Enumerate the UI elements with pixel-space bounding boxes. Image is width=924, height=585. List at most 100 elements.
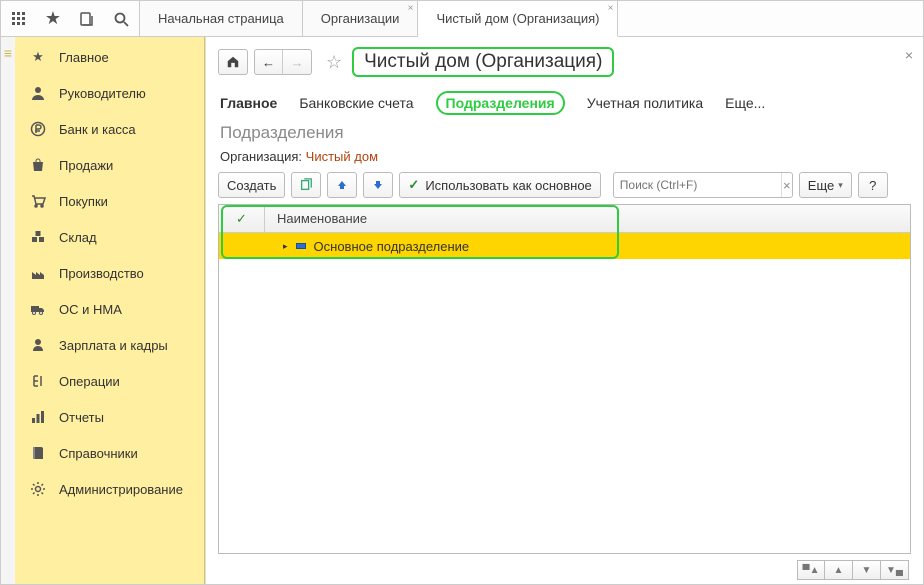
row-body: ▸ Основное подразделение [265, 239, 910, 254]
tab-strip: Начальная страница Организации × Чистый … [140, 1, 618, 36]
footer-nav: ▀▲ ▲ ▼ ▼▄ [218, 560, 911, 584]
sidebar-item-label: Продажи [59, 158, 113, 173]
move-down-button[interactable] [363, 172, 393, 198]
close-icon[interactable]: × [408, 3, 414, 14]
chevron-down-icon: ▾ [838, 180, 843, 191]
sidebar-item-manager[interactable]: Руководителю [15, 75, 204, 111]
subtab-more[interactable]: Еще... [725, 95, 765, 111]
sidebar-item-bank[interactable]: Банк и касса [15, 111, 204, 147]
tab-home[interactable]: Начальная страница [140, 1, 303, 36]
sidebar-item-label: Зарплата и кадры [59, 338, 168, 353]
sidebar-item-production[interactable]: Производство [15, 255, 204, 291]
search-field[interactable]: × [613, 172, 793, 198]
create-button[interactable]: Создать [218, 172, 285, 198]
gear-icon [29, 480, 47, 498]
scroll-up-button[interactable]: ▲ [825, 560, 853, 580]
operations-icon [29, 372, 47, 390]
back-button[interactable]: ← [255, 49, 283, 75]
forward-button[interactable]: → [283, 49, 311, 75]
sidebar-item-label: Производство [59, 266, 144, 281]
layout: ≡ ★ Главное Руководителю Банк и касса Пр… [1, 37, 923, 584]
search-icon[interactable] [111, 9, 131, 29]
sidebar-collapse-icon[interactable]: ≡ [1, 37, 15, 584]
sidebar-item-purchases[interactable]: Покупки [15, 183, 204, 219]
manager-icon [29, 84, 47, 102]
sidebar-item-label: Банк и касса [59, 122, 136, 137]
star-icon[interactable]: ★ [43, 9, 63, 29]
more-button[interactable]: Еще ▾ [799, 172, 852, 198]
subtab-main[interactable]: Главное [220, 95, 277, 111]
table-row[interactable]: ▸ Основное подразделение [219, 233, 910, 259]
expand-icon[interactable]: ▸ [283, 241, 288, 252]
truck-icon [29, 300, 47, 318]
sidebar-item-assets[interactable]: ОС и НМА [15, 291, 204, 327]
sidebar-item-warehouse[interactable]: Склад [15, 219, 204, 255]
sidebar-item-label: Главное [59, 50, 109, 65]
history-icon[interactable] [77, 9, 97, 29]
ruble-icon [29, 120, 47, 138]
search-input[interactable] [614, 178, 781, 192]
favorite-star-icon[interactable]: ☆ [326, 52, 342, 73]
sidebar-item-label: Склад [59, 230, 97, 245]
scroll-down-button[interactable]: ▼ [853, 560, 881, 580]
sidebar-item-label: Справочники [59, 446, 138, 461]
organization-line: Организация: Чистый дом [220, 149, 911, 164]
subtab-departments[interactable]: Подразделения [436, 91, 565, 115]
name-column-header[interactable]: Наименование [265, 211, 910, 226]
search-clear-icon[interactable]: × [781, 173, 792, 197]
tab-organization-form[interactable]: Чистый дом (Организация) × [418, 1, 618, 37]
tab-organizations[interactable]: Организации × [303, 1, 419, 36]
bag-icon [29, 156, 47, 174]
copy-button[interactable] [291, 172, 321, 198]
chart-icon [29, 408, 47, 426]
sidebar: ★ Главное Руководителю Банк и касса Прод… [15, 37, 205, 584]
scroll-top-button[interactable]: ▀▲ [797, 560, 825, 580]
page-title: Чистый дом (Организация) [352, 47, 614, 77]
sidebar-item-main[interactable]: ★ Главное [15, 39, 204, 75]
subtab-accounting-policy[interactable]: Учетная политика [587, 95, 703, 111]
close-icon[interactable]: × [905, 47, 913, 63]
title-row: ← → ☆ Чистый дом (Организация) [218, 47, 911, 77]
cart-icon [29, 192, 47, 210]
sidebar-item-label: Операции [59, 374, 120, 389]
sidebar-item-label: ОС и НМА [59, 302, 122, 317]
folder-icon [296, 243, 306, 249]
use-as-main-button[interactable]: ✓ Использовать как основное [399, 172, 600, 198]
nav-back-forward: ← → [254, 49, 312, 75]
subtab-bank-accounts[interactable]: Банковские счета [299, 95, 413, 111]
top-bar: ★ Начальная страница Организации × Чисты… [1, 1, 923, 37]
close-icon[interactable]: × [608, 3, 614, 14]
org-link[interactable]: Чистый дом [306, 149, 378, 164]
move-up-button[interactable] [327, 172, 357, 198]
section-title: Подразделения [220, 123, 911, 143]
factory-icon [29, 264, 47, 282]
org-label: Организация: [220, 149, 302, 164]
sidebar-item-operations[interactable]: Операции [15, 363, 204, 399]
sidebar-item-admin[interactable]: Администрирование [15, 471, 204, 507]
sidebar-item-label: Администрирование [59, 482, 183, 497]
topbar-icon-group: ★ [1, 1, 140, 36]
sidebar-item-catalogs[interactable]: Справочники [15, 435, 204, 471]
row-name: Основное подразделение [314, 239, 470, 254]
sidebar-item-sales[interactable]: Продажи [15, 147, 204, 183]
scroll-bottom-button[interactable]: ▼▄ [881, 560, 909, 580]
tab-label: Чистый дом (Организация) [436, 11, 599, 26]
sidebar-item-label: Руководителю [59, 86, 146, 101]
sidebar-item-reports[interactable]: Отчеты [15, 399, 204, 435]
sidebar-item-label: Покупки [59, 194, 108, 209]
home-button[interactable] [218, 49, 248, 75]
star-icon: ★ [29, 48, 47, 66]
check-column-header[interactable]: ✓ [219, 205, 265, 232]
action-row: Создать ✓ Использовать как основное × [218, 172, 911, 198]
grid: ✓ Наименование ▸ Основное подразделение [218, 204, 911, 554]
sub-tabs: Главное Банковские счета Подразделения У… [220, 91, 911, 115]
person-icon [29, 336, 47, 354]
sidebar-item-hr[interactable]: Зарплата и кадры [15, 327, 204, 363]
book-icon [29, 444, 47, 462]
apps-icon[interactable] [9, 9, 29, 29]
boxes-icon [29, 228, 47, 246]
tab-label: Начальная страница [158, 11, 284, 26]
help-button[interactable]: ? [858, 172, 888, 198]
main-panel: × ← → ☆ Чистый дом (Организация) Главное… [205, 37, 923, 584]
grid-header: ✓ Наименование [219, 205, 910, 233]
